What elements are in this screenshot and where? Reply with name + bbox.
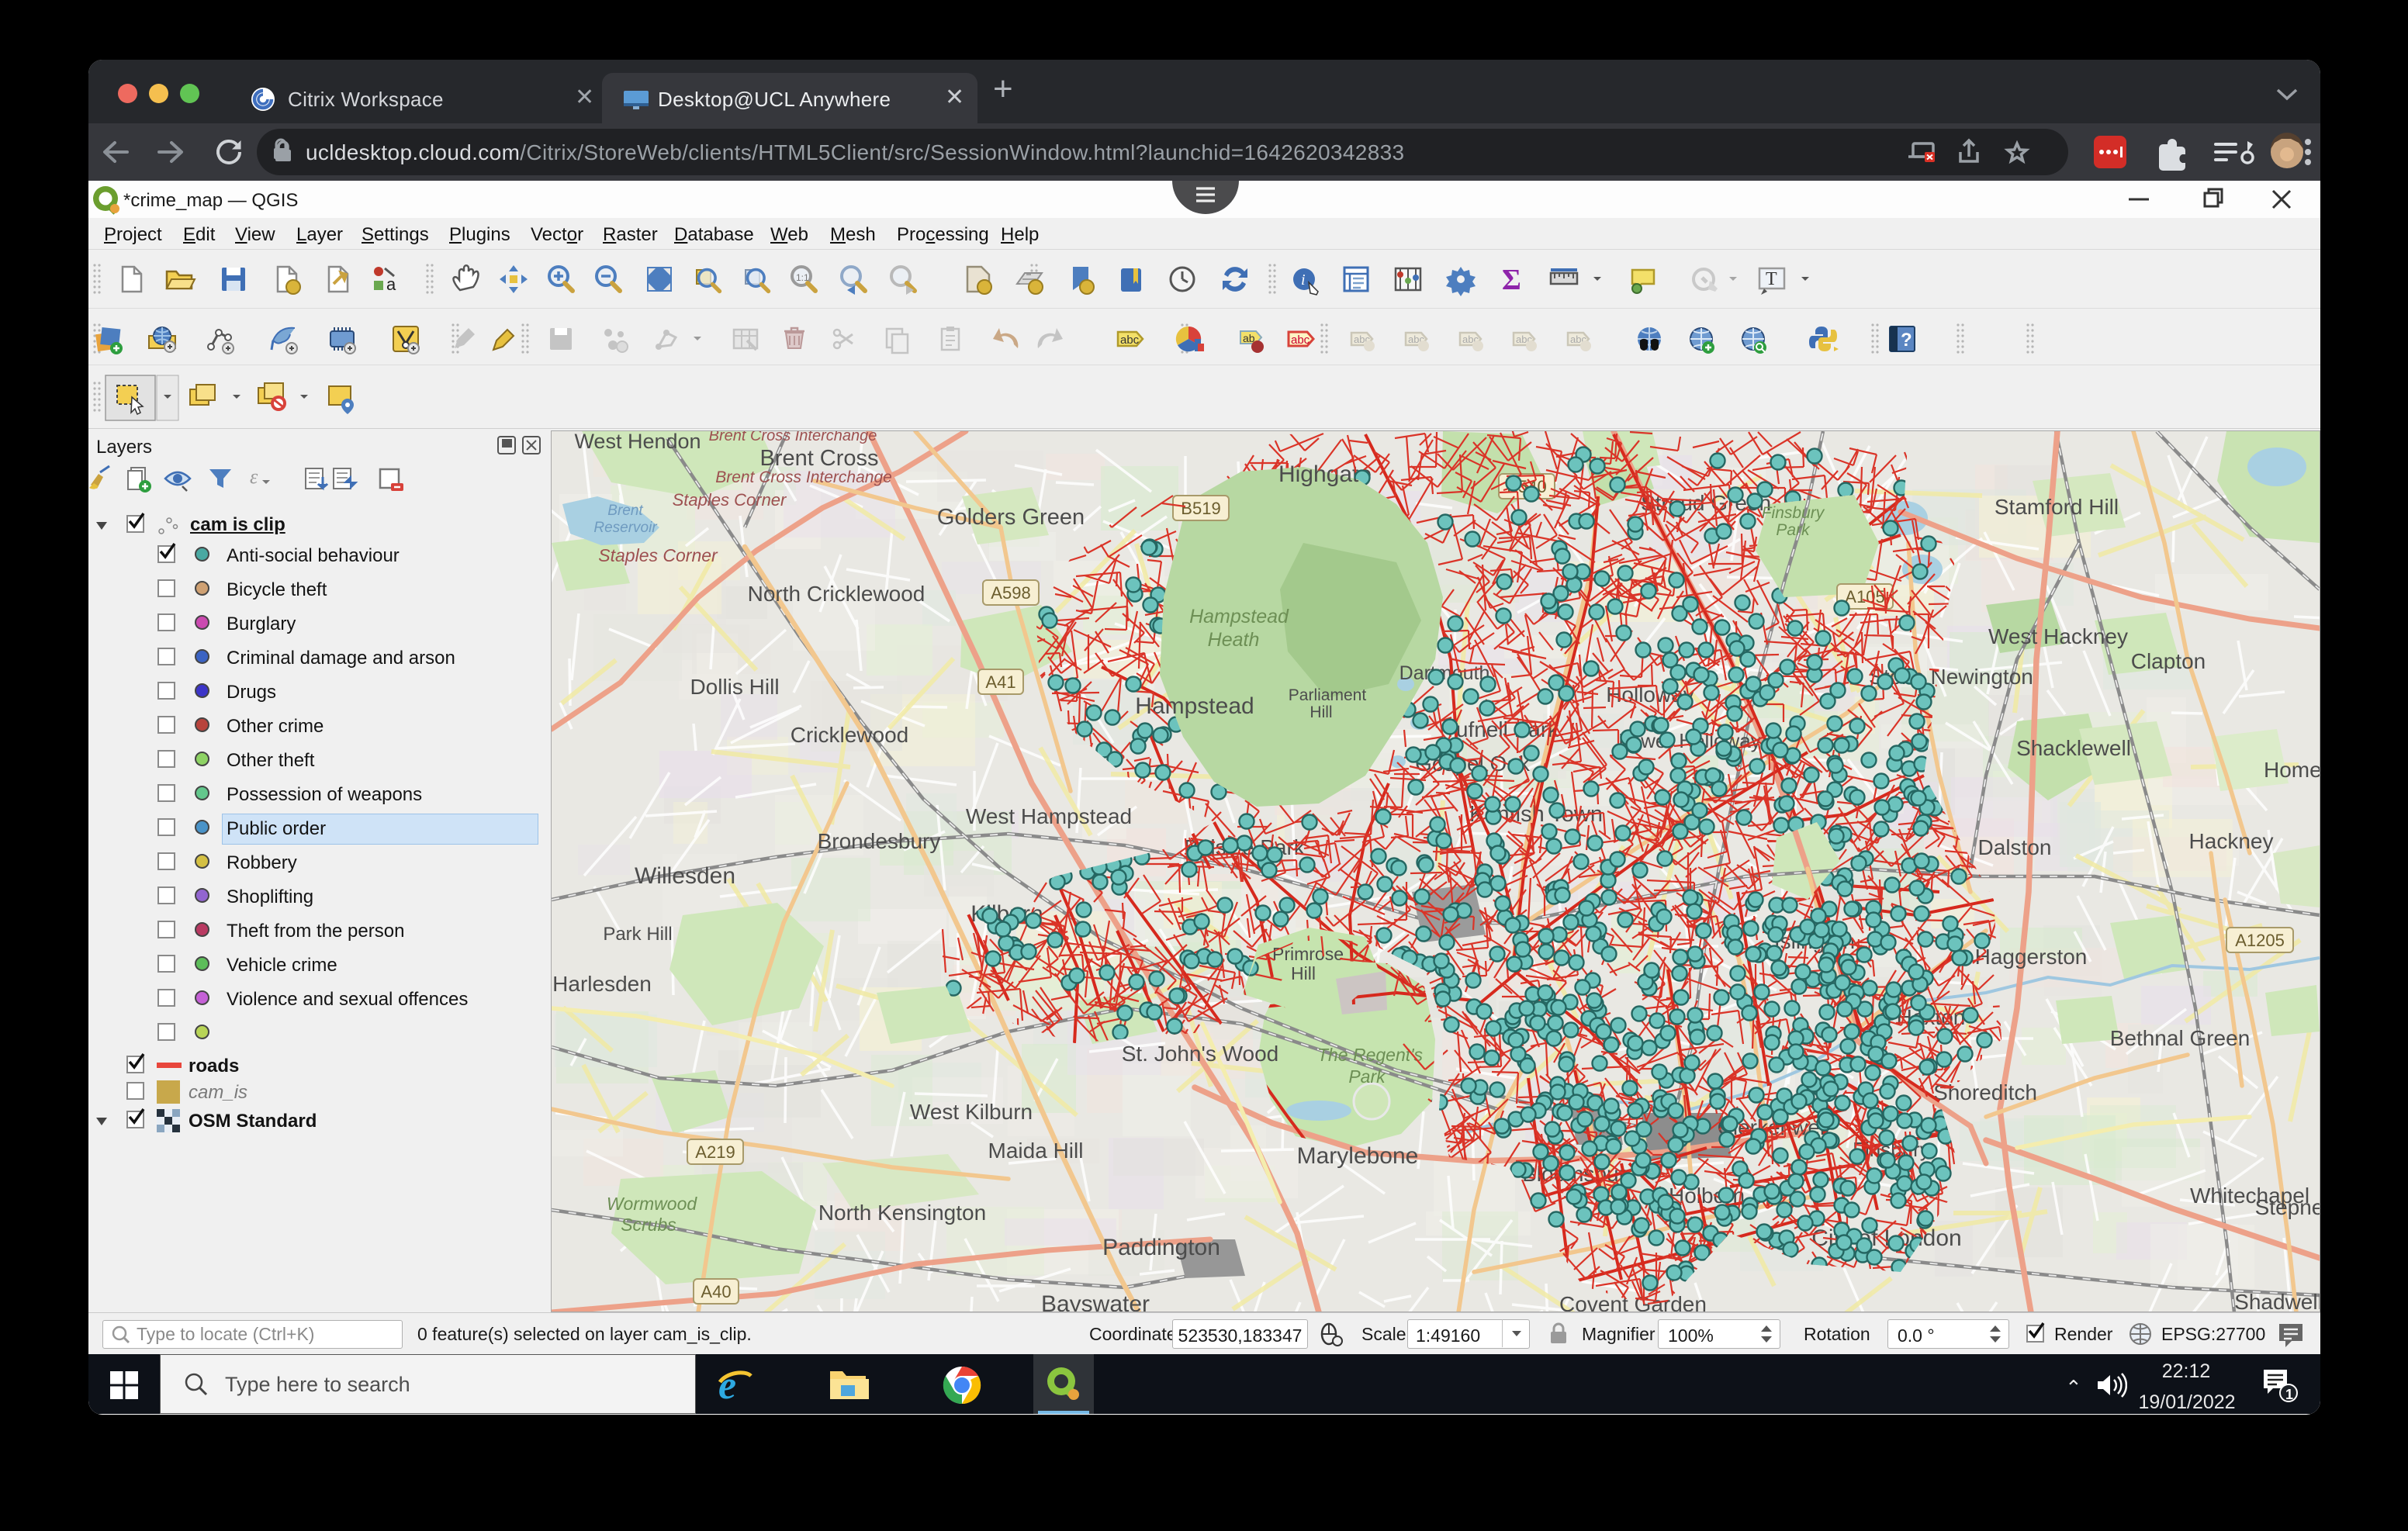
svg-text:Heath: Heath [1208, 629, 1260, 651]
svg-text:Dartmouth: Dartmouth [1399, 662, 1490, 684]
svg-text:Finsbury: Finsbury [1762, 504, 1825, 522]
svg-text:Brent Cross Interchange: Brent Cross Interchange [709, 430, 877, 444]
svg-text:Harlesden: Harlesden [552, 972, 652, 996]
svg-text:a: a [386, 275, 396, 294]
svg-text:West Kilburn: West Kilburn [910, 1100, 1033, 1124]
svg-text:Hill: Hill [1291, 963, 1316, 983]
svg-text:Stamford Hill: Stamford Hill [1995, 495, 2119, 519]
svg-text:Wormwood: Wormwood [607, 1194, 698, 1214]
svg-text:North Kensington: North Kensington [818, 1201, 986, 1225]
svg-text:Staples Corner: Staples Corner [598, 545, 718, 565]
svg-text:Park: Park [1348, 1066, 1386, 1087]
svg-text:Stepney: Stepney [2255, 1195, 2320, 1219]
svg-text:i: i [1301, 271, 1306, 289]
svg-text:Brent Cross Interchange: Brent Cross Interchange [715, 468, 892, 486]
svg-text:West Hendon: West Hendon [574, 430, 701, 453]
svg-text:1: 1 [2285, 1387, 2293, 1402]
svg-text:Bayswater: Bayswater [1041, 1291, 1150, 1312]
svg-text:Parliament: Parliament [1289, 686, 1367, 704]
svg-text:abc: abc [1120, 334, 1140, 347]
svg-text:Hackney: Hackney [2189, 829, 2274, 853]
svg-text:Homer: Homer [2264, 758, 2320, 782]
svg-text:A40: A40 [701, 1282, 731, 1301]
svg-text:A598: A598 [991, 583, 1030, 603]
svg-text:North Cricklewood: North Cricklewood [748, 582, 925, 606]
svg-text:Hampstead: Hampstead [1189, 606, 1289, 627]
svg-text:Covent Garden: Covent Garden [1559, 1292, 1707, 1312]
svg-text:B519: B519 [1181, 499, 1220, 518]
svg-text:Brondesbury: Brondesbury [818, 829, 941, 853]
svg-text:A1205: A1205 [2235, 931, 2285, 950]
svg-text:Reservoir: Reservoir [593, 520, 657, 536]
svg-text:Σ: Σ [1502, 264, 1521, 296]
svg-text:Brent Cross: Brent Cross [759, 446, 878, 471]
svg-text:e: e [718, 1363, 736, 1407]
svg-text:?: ? [1901, 330, 1912, 351]
svg-text:T: T [1766, 269, 1777, 289]
svg-text:St. John's Wood: St. John's Wood [1122, 1042, 1279, 1066]
svg-text:Paddington: Paddington [1102, 1235, 1220, 1260]
svg-text:Shacklewell: Shacklewell [2016, 736, 2131, 760]
svg-text:Marylebone: Marylebone [1297, 1143, 1419, 1169]
svg-text:Dollis Hill: Dollis Hill [690, 675, 779, 699]
svg-text:West Hackney: West Hackney [1988, 624, 2128, 648]
svg-text:A219: A219 [695, 1142, 735, 1162]
svg-text:Bethnal Green: Bethnal Green [2110, 1026, 2251, 1050]
svg-text:Shadwell: Shadwell [2234, 1290, 2320, 1312]
svg-text:abc: abc [1291, 334, 1310, 347]
svg-text:Brent: Brent [607, 503, 643, 519]
svg-text:Clapton: Clapton [2131, 649, 2206, 673]
svg-text:ε: ε [250, 465, 258, 488]
svg-text:A41: A41 [985, 672, 1015, 692]
svg-text:Park Hill: Park Hill [603, 924, 672, 945]
svg-text:Shoreditch: Shoreditch [1933, 1080, 2037, 1104]
svg-text:West Hampstead: West Hampstead [966, 804, 1132, 828]
svg-text:Cricklewood: Cricklewood [791, 723, 909, 747]
svg-text:Staples Corner: Staples Corner [673, 490, 787, 510]
svg-text:Scrubs: Scrubs [621, 1215, 676, 1235]
svg-text:1:1: 1:1 [796, 272, 809, 283]
svg-text:Dalston: Dalston [1978, 835, 2052, 859]
svg-text:Willesden: Willesden [635, 863, 735, 889]
svg-text:Maida Hill: Maida Hill [988, 1139, 1084, 1163]
svg-text:Golders Green: Golders Green [937, 505, 1085, 530]
svg-text:Park: Park [1776, 521, 1811, 539]
svg-text:Haggerston: Haggerston [1975, 945, 2088, 969]
svg-text:Hill: Hill [1310, 703, 1332, 721]
